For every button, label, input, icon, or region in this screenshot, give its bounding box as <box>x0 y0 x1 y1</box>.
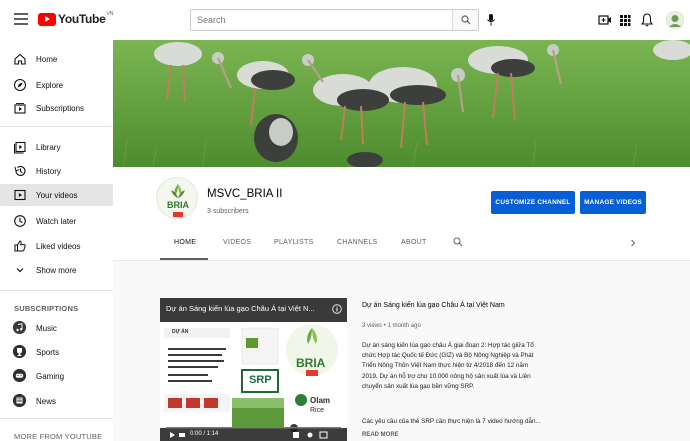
manage-videos-button[interactable]: MANAGE VIDEOS <box>580 191 646 214</box>
customize-channel-button[interactable]: CUSTOMIZE CHANNEL <box>491 191 575 214</box>
sidebar-item-label: Show more <box>36 265 77 275</box>
account-avatar-image <box>666 11 684 29</box>
channel-tabs: HOME VIDEOS PLAYLISTS CHANNELS ABOUT <box>113 230 690 260</box>
chevron-right-icon[interactable] <box>630 239 636 247</box>
sidebar-item-label: Your videos <box>36 190 78 200</box>
sidebar-item-library[interactable]: Library <box>0 136 113 158</box>
slide-rice-text: Rice <box>310 407 325 414</box>
tab-home[interactable]: HOME <box>174 239 196 246</box>
sidebar-item-label: Subscriptions <box>36 103 85 113</box>
channel-avatar-text: BRIA <box>167 200 189 210</box>
menu-icon[interactable] <box>14 13 28 25</box>
featured-video-description-more: Các yêu cầu của thẻ SRP cần thực hiện là… <box>362 418 541 425</box>
apps-icon[interactable] <box>619 12 631 28</box>
create-video-icon[interactable] <box>598 12 612 28</box>
subscription-label: News <box>36 396 57 406</box>
sidebar-item-watch-later[interactable]: Watch later <box>0 210 113 232</box>
search-input[interactable] <box>191 10 452 30</box>
player-slide: Dự án Sáng kiến lúa gạo Châu Á tại Việt … <box>160 298 347 441</box>
more-from-youtube-heading: MORE FROM YOUTUBE <box>14 432 103 441</box>
history-icon <box>14 165 26 176</box>
sidebar: Home Explore Subscriptions Library Histo… <box>0 40 113 441</box>
featured-video-description: Dự án sáng kiến lúa gạo châu Á giai đoạn… <box>362 342 534 390</box>
subscription-label: Sports <box>36 347 60 357</box>
search-icon <box>460 15 470 25</box>
subscriber-count: 3 subscribers <box>207 208 249 215</box>
subscription-label: Music <box>36 323 57 333</box>
youtube-play-icon <box>38 12 56 26</box>
sidebar-item-label: Library <box>36 142 61 152</box>
watch-later-icon <box>14 215 26 227</box>
sidebar-item-explore[interactable]: Explore <box>0 74 113 96</box>
info-icon[interactable] <box>332 304 342 314</box>
subscriptions-icon <box>14 103 26 114</box>
library-icon <box>14 141 26 154</box>
sidebar-subscription-gaming[interactable]: Gaming <box>0 365 113 387</box>
search-button[interactable] <box>452 10 478 30</box>
featured-video-title[interactable]: Dự án Sáng kiến lúa gạo Châu Á tại Việt … <box>362 302 662 309</box>
music-icon <box>13 321 26 334</box>
account-avatar[interactable] <box>666 11 684 29</box>
sidebar-item-label: Home <box>36 54 58 64</box>
sidebar-subscription-sports[interactable]: Sports <box>0 341 113 363</box>
liked-videos-icon <box>14 240 26 252</box>
featured-video-player[interactable]: Dự án Sáng kiến lúa gạo Châu Á tại Việt … <box>160 298 347 441</box>
sidebar-item-show-more[interactable]: Show more <box>0 259 113 281</box>
channel-name: MSVC_BRIA II <box>207 188 283 200</box>
tab-playlists[interactable]: PLAYLISTS <box>274 239 314 246</box>
read-more-link[interactable]: READ MORE <box>362 432 399 438</box>
sidebar-item-label: Liked videos <box>36 241 81 251</box>
sidebar-item-liked-videos[interactable]: Liked videos <box>0 235 113 257</box>
sidebar-item-your-videos[interactable]: Your videos <box>0 184 113 206</box>
chevron-down-icon <box>16 268 24 273</box>
sidebar-item-home[interactable]: Home <box>0 48 113 70</box>
explore-icon <box>13 78 27 92</box>
search-box <box>190 9 479 31</box>
featured-video-meta: 3 views • 1 month ago <box>362 323 421 329</box>
news-icon <box>13 394 26 407</box>
sidebar-item-label: Explore <box>36 80 64 90</box>
gaming-icon <box>13 369 26 382</box>
slide-olam-text: Olam <box>310 396 331 405</box>
channel-search-icon[interactable] <box>453 237 463 247</box>
notifications-icon[interactable] <box>641 12 653 28</box>
tab-channels[interactable]: CHANNELS <box>337 239 378 246</box>
tab-about[interactable]: ABOUT <box>401 239 427 246</box>
sports-icon <box>13 345 26 358</box>
logo-country: VN <box>106 11 114 17</box>
subscriptions-heading: SUBSCRIPTIONS <box>14 304 79 313</box>
sidebar-item-label: Watch later <box>36 216 77 226</box>
tab-videos[interactable]: VIDEOS <box>223 239 251 246</box>
slide-srp-text: SRP <box>249 374 272 386</box>
microphone-icon[interactable] <box>486 13 496 27</box>
sidebar-divider <box>0 418 113 419</box>
sidebar-subscription-music[interactable]: Music <box>0 317 113 339</box>
sidebar-item-subscriptions[interactable]: Subscriptions <box>0 97 113 119</box>
slide-heading: DỰ ÁN <box>172 329 189 335</box>
sidebar-divider <box>0 126 113 127</box>
your-videos-icon <box>14 189 26 201</box>
player-time: 0:00 / 1:14 <box>190 431 219 437</box>
top-bar: YouTube VN <box>0 0 690 40</box>
youtube-logo[interactable]: YouTube VN <box>38 11 114 26</box>
sidebar-item-label: History <box>36 166 61 176</box>
sidebar-item-history[interactable]: History <box>0 160 113 182</box>
banner-image-storks <box>113 40 690 167</box>
channel-banner <box>113 40 690 167</box>
channel-avatar[interactable]: BRIA <box>156 177 198 219</box>
home-icon <box>14 53 26 65</box>
sidebar-subscription-news[interactable]: News <box>0 390 113 412</box>
slide-bria-text: BRIA <box>296 356 326 370</box>
player-title: Dự án Sáng kiến lúa gạo Châu Á tại Việt … <box>166 304 315 313</box>
avatar-flag <box>173 212 183 217</box>
sidebar-divider <box>0 290 113 291</box>
subscription-label: Gaming <box>36 371 65 381</box>
logo-text: YouTube <box>58 12 106 26</box>
